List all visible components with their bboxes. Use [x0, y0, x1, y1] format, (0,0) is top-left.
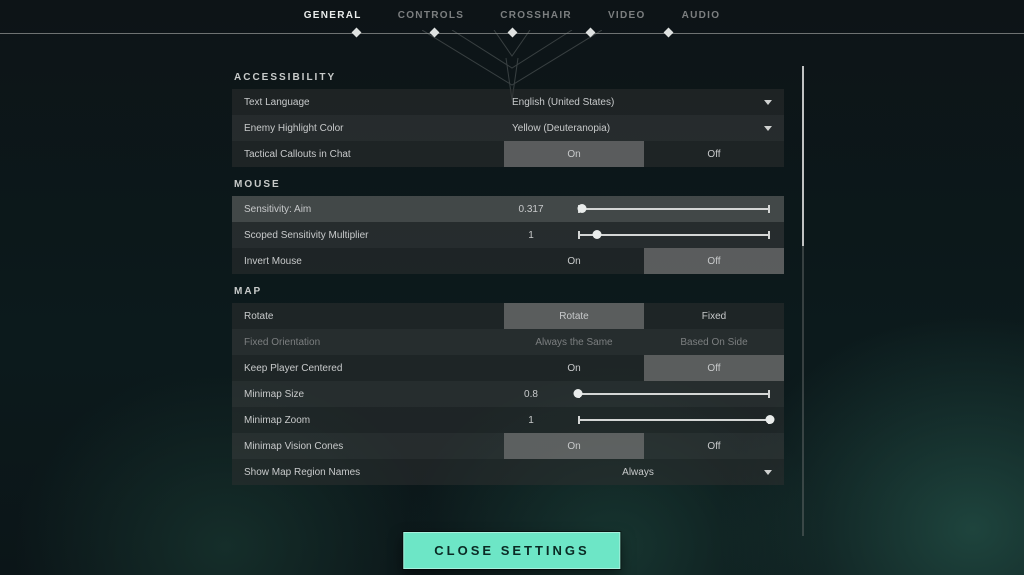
slider-scoped-sens[interactable] — [578, 228, 770, 242]
dropdown-text-language[interactable]: English (United States) — [504, 89, 784, 115]
dropdown-region-names[interactable]: Always — [504, 459, 784, 485]
toggle-on[interactable]: On — [504, 141, 644, 167]
chevron-down-icon — [764, 470, 772, 475]
section-map: MAP Rotate Rotate Fixed Fixed Orientatio… — [232, 286, 784, 485]
label-enemy-color: Enemy Highlight Color — [232, 123, 504, 134]
option-always-same: Always the Same — [504, 329, 644, 355]
option-rotate[interactable]: Rotate — [504, 303, 644, 329]
row-tactical-callouts: Tactical Callouts in Chat On Off — [232, 141, 784, 167]
section-title-accessibility: ACCESSIBILITY — [234, 72, 784, 83]
toggle-off[interactable]: Off — [644, 248, 784, 274]
slider-sensitivity[interactable] — [578, 202, 770, 216]
toggle-vision-cones: On Off — [504, 433, 784, 459]
toggle-off[interactable]: Off — [644, 433, 784, 459]
label-rotate: Rotate — [232, 311, 504, 322]
toggle-rotate: Rotate Fixed — [504, 303, 784, 329]
section-mouse: MOUSE Sensitivity: Aim 0.317 Scoped Sens… — [232, 179, 784, 274]
label-vision-cones: Minimap Vision Cones — [232, 441, 504, 452]
toggle-off[interactable]: Off — [644, 355, 784, 381]
label-scoped-sens: Scoped Sensitivity Multiplier — [232, 230, 504, 241]
label-minimap-zoom: Minimap Zoom — [232, 415, 504, 426]
value-minimap-size[interactable]: 0.8 — [504, 389, 558, 400]
section-accessibility: ACCESSIBILITY Text Language English (Uni… — [232, 72, 784, 167]
tab-controls[interactable]: CONTROLS — [398, 10, 465, 21]
slider-minimap-zoom[interactable] — [578, 413, 770, 427]
option-based-on-side: Based On Side — [644, 329, 784, 355]
section-title-mouse: MOUSE — [234, 179, 784, 190]
label-minimap-size: Minimap Size — [232, 389, 504, 400]
row-enemy-color: Enemy Highlight Color Yellow (Deuteranop… — [232, 115, 784, 141]
label-text-language: Text Language — [232, 97, 504, 108]
toggle-on[interactable]: On — [504, 433, 644, 459]
toggle-tactical-callouts: On Off — [504, 141, 784, 167]
label-invert-mouse: Invert Mouse — [232, 256, 504, 267]
row-sensitivity: Sensitivity: Aim 0.317 — [232, 196, 784, 222]
toggle-invert-mouse: On Off — [504, 248, 784, 274]
toggle-keep-centered: On Off — [504, 355, 784, 381]
settings-panel: ACCESSIBILITY Text Language English (Uni… — [232, 66, 784, 536]
toggle-on[interactable]: On — [504, 355, 644, 381]
toggle-fixed-orientation: Always the Same Based On Side — [504, 329, 784, 355]
label-sensitivity: Sensitivity: Aim — [232, 204, 504, 215]
label-tactical-callouts: Tactical Callouts in Chat — [232, 149, 504, 160]
row-minimap-size: Minimap Size 0.8 — [232, 381, 784, 407]
dropdown-value: Yellow (Deuteranopia) — [512, 123, 610, 134]
value-minimap-zoom[interactable]: 1 — [504, 415, 558, 426]
tab-video[interactable]: VIDEO — [608, 10, 646, 21]
section-title-map: MAP — [234, 286, 784, 297]
label-region-names: Show Map Region Names — [232, 467, 504, 478]
value-scoped-sens[interactable]: 1 — [504, 230, 558, 241]
label-fixed-orientation: Fixed Orientation — [232, 337, 504, 348]
value-sensitivity[interactable]: 0.317 — [504, 204, 558, 215]
settings-tabs: GENERAL CONTROLS CROSSHAIR VIDEO AUDIO — [0, 0, 1024, 21]
scrollbar-thumb[interactable] — [802, 66, 804, 246]
option-fixed[interactable]: Fixed — [644, 303, 784, 329]
toggle-off[interactable]: Off — [644, 141, 784, 167]
row-vision-cones: Minimap Vision Cones On Off — [232, 433, 784, 459]
tab-audio[interactable]: AUDIO — [682, 10, 721, 21]
row-rotate: Rotate Rotate Fixed — [232, 303, 784, 329]
dropdown-enemy-color[interactable]: Yellow (Deuteranopia) — [504, 115, 784, 141]
tab-rail — [0, 25, 1024, 41]
toggle-on[interactable]: On — [504, 248, 644, 274]
row-scoped-sens: Scoped Sensitivity Multiplier 1 — [232, 222, 784, 248]
dropdown-value: English (United States) — [512, 97, 614, 108]
slider-minimap-size[interactable] — [578, 387, 770, 401]
label-keep-centered: Keep Player Centered — [232, 363, 504, 374]
row-invert-mouse: Invert Mouse On Off — [232, 248, 784, 274]
dropdown-value: Always — [512, 467, 764, 478]
row-fixed-orientation: Fixed Orientation Always the Same Based … — [232, 329, 784, 355]
row-minimap-zoom: Minimap Zoom 1 — [232, 407, 784, 433]
tab-general[interactable]: GENERAL — [304, 10, 362, 21]
close-settings-button[interactable]: CLOSE SETTINGS — [403, 532, 620, 569]
chevron-down-icon — [764, 126, 772, 131]
row-keep-centered: Keep Player Centered On Off — [232, 355, 784, 381]
chevron-down-icon — [764, 100, 772, 105]
row-region-names: Show Map Region Names Always — [232, 459, 784, 485]
tab-crosshair[interactable]: CROSSHAIR — [500, 10, 572, 21]
row-text-language: Text Language English (United States) — [232, 89, 784, 115]
